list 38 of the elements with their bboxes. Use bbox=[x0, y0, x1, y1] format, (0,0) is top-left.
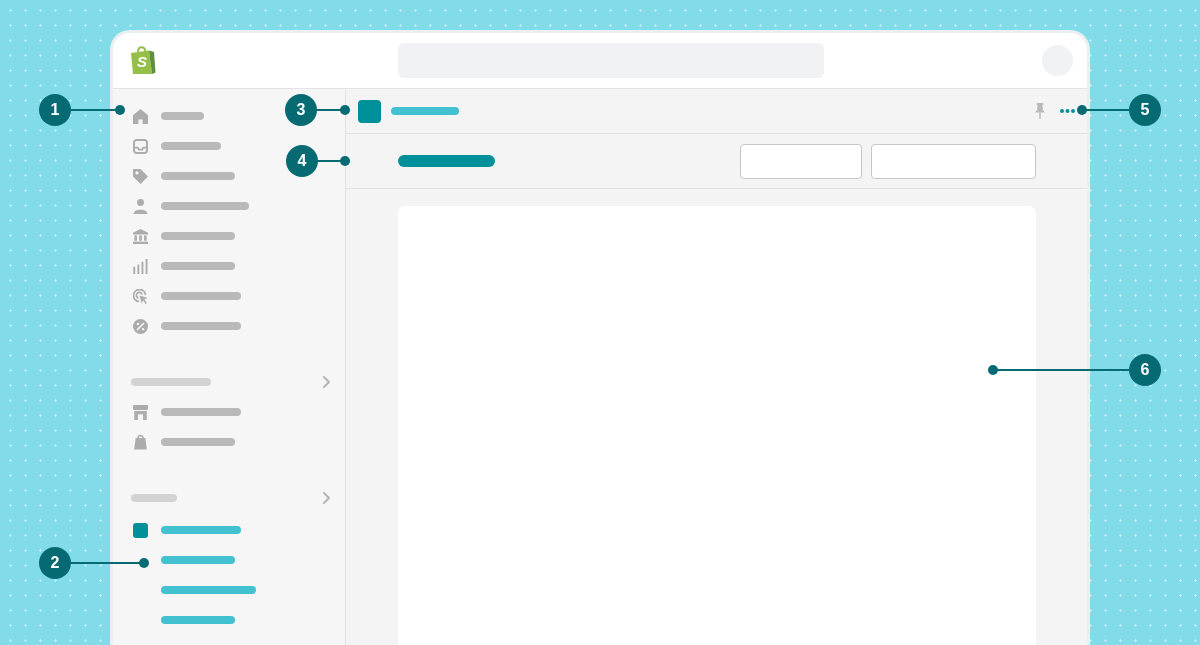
pin-icon[interactable] bbox=[1035, 103, 1045, 119]
nav-link-bar[interactable] bbox=[161, 438, 235, 446]
shopping-bag-icon bbox=[134, 434, 147, 450]
action-button[interactable] bbox=[740, 143, 862, 179]
leader-line bbox=[1077, 105, 1130, 115]
square-icon bbox=[358, 99, 381, 123]
chevron-right-icon[interactable] bbox=[323, 376, 330, 388]
target-cursor-icon bbox=[133, 288, 148, 304]
nav-link-bar[interactable] bbox=[161, 262, 235, 270]
bar-chart-icon bbox=[133, 258, 148, 274]
home-icon bbox=[133, 108, 148, 124]
more-icon[interactable] bbox=[1060, 109, 1075, 113]
storefront-icon bbox=[133, 404, 148, 420]
square-icon bbox=[133, 522, 148, 538]
nav-link-bar[interactable] bbox=[161, 112, 204, 120]
nav-link-bar[interactable] bbox=[161, 202, 249, 210]
nav-link-bar[interactable] bbox=[161, 172, 235, 180]
nav-link-bar[interactable] bbox=[161, 322, 241, 330]
app-title-bar bbox=[391, 107, 459, 115]
inbox-icon bbox=[133, 138, 148, 154]
section-heading-bar bbox=[131, 494, 177, 502]
nav-link-bar[interactable] bbox=[161, 142, 221, 150]
person-icon bbox=[133, 198, 148, 214]
app-link-bar[interactable] bbox=[161, 556, 235, 564]
leader-line bbox=[317, 156, 350, 166]
app-link-bar[interactable] bbox=[161, 526, 241, 534]
app-link-bar[interactable] bbox=[161, 586, 256, 594]
tag-icon bbox=[133, 168, 148, 184]
leader-line bbox=[316, 105, 350, 115]
action-button[interactable] bbox=[871, 143, 1036, 179]
percent-badge-icon bbox=[133, 318, 148, 334]
nav-link-bar[interactable] bbox=[161, 292, 241, 300]
chevron-right-icon[interactable] bbox=[323, 492, 330, 504]
nav-link-bar[interactable] bbox=[161, 232, 235, 240]
nav-link-bar[interactable] bbox=[161, 408, 241, 416]
bank-icon bbox=[133, 228, 148, 244]
leader-line bbox=[70, 105, 125, 115]
app-link-bar[interactable] bbox=[161, 616, 235, 624]
